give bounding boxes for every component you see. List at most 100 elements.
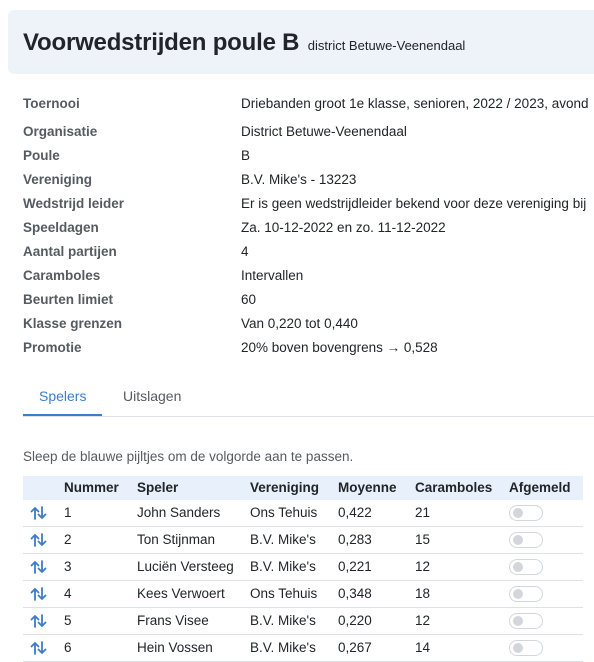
detail-value: 4 [241, 244, 249, 259]
detail-value: Intervallen [241, 268, 304, 283]
detail-row-klasse-grenzen: Klasse grenzen Van 0,220 tot 0,440 [23, 312, 594, 336]
swap-vertical-arrows-icon [30, 614, 47, 628]
cell-moyenne: 0,348 [338, 586, 372, 601]
cell-moyenne: 0,283 [338, 532, 372, 547]
cell-speler: Frans Visee [137, 613, 209, 628]
page: Voorwedstrijden poule B district Betuwe-… [0, 0, 594, 662]
detail-value: District Betuwe-Veenendaal [241, 124, 407, 139]
detail-row-poule: Poule B [23, 144, 594, 168]
cell-nummer: 4 [64, 586, 72, 601]
detail-value: Za. 10-12-2022 en zo. 11-12-2022 [241, 220, 446, 235]
detail-row-caramboles: Caramboles Intervallen [23, 264, 594, 288]
players-table: Nummer Speler Vereniging Moyenne Carambo… [23, 476, 583, 662]
afgemeld-toggle[interactable] [509, 640, 543, 656]
detail-label: Klasse grenzen [23, 316, 123, 331]
detail-row-organisatie: Organisatie District Betuwe-Veenendaal [23, 120, 594, 144]
drag-handle[interactable] [29, 500, 49, 521]
afgemeld-toggle[interactable] [509, 532, 543, 548]
swap-vertical-arrows-icon [30, 641, 47, 655]
tab-uitslagen[interactable]: Uitslagen [107, 380, 197, 414]
cell-vereniging: B.V. Mike's [250, 613, 316, 628]
drag-handle[interactable] [29, 527, 49, 548]
detail-value: Van 0,220 tot 0,440 [241, 316, 358, 331]
detail-value: 60 [241, 292, 257, 307]
cell-speler: John Sanders [137, 505, 221, 520]
page-title: Voorwedstrijden poule B [23, 29, 300, 56]
table-header: Nummer Speler Vereniging Moyenne Carambo… [23, 476, 583, 500]
detail-label: Caramboles [23, 268, 101, 283]
drag-hint: Sleep de blauwe pijltjes om de volgorde … [23, 449, 354, 464]
drag-handle[interactable] [29, 635, 49, 656]
detail-row-toernooi: Toernooi Driebanden groot 1e klasse, sen… [23, 92, 594, 120]
detail-value: B [241, 148, 251, 163]
tab-spelers[interactable]: Spelers [23, 380, 103, 416]
toggle-knob [513, 616, 523, 626]
swap-vertical-arrows-icon [30, 560, 47, 574]
cell-speler: Hein Vossen [137, 640, 213, 655]
cell-speler: Luciën Versteeg [137, 559, 234, 574]
detail-label: Toernooi [23, 96, 80, 111]
header-speler: Speler [137, 480, 179, 495]
cell-nummer: 2 [64, 532, 72, 547]
afgemeld-toggle[interactable] [509, 559, 543, 575]
header-moyenne: Moyenne [338, 480, 397, 495]
cell-moyenne: 0,422 [338, 505, 372, 520]
header-nummer: Nummer [64, 480, 119, 495]
detail-label: Speeldagen [23, 220, 99, 235]
cell-speler: Kees Verwoert [137, 586, 225, 601]
tab-bar: Spelers Uitslagen [23, 380, 594, 417]
cell-vereniging: Ons Tehuis [250, 586, 318, 601]
page-subtitle: district Betuwe-Veenendaal [307, 38, 466, 53]
toggle-knob [513, 562, 523, 572]
toggle-knob [513, 643, 523, 653]
afgemeld-toggle[interactable] [509, 586, 543, 602]
cell-moyenne: 0,267 [338, 640, 372, 655]
drag-handle[interactable] [29, 554, 49, 575]
detail-label: Vereniging [23, 172, 93, 187]
swap-vertical-arrows-icon [30, 506, 47, 520]
detail-label: Wedstrijd leider [23, 196, 125, 211]
detail-label: Promotie [23, 340, 82, 355]
cell-nummer: 1 [64, 505, 72, 520]
toggle-knob [513, 589, 523, 599]
cell-moyenne: 0,220 [338, 613, 372, 628]
cell-caramboles: 12 [415, 613, 431, 628]
cell-vereniging: Ons Tehuis [250, 505, 318, 520]
cell-vereniging: B.V. Mike's [250, 559, 316, 574]
cell-caramboles: 12 [415, 559, 431, 574]
table-row: 4 Kees Verwoert Ons Tehuis 0,348 18 [23, 581, 583, 608]
cell-nummer: 6 [64, 640, 72, 655]
drag-handle[interactable] [29, 608, 49, 629]
cell-vereniging: B.V. Mike's [250, 640, 316, 655]
detail-row-vereniging: Vereniging B.V. Mike's - 13223 [23, 168, 594, 192]
afgemeld-toggle[interactable] [509, 505, 543, 521]
detail-value: Driebanden groot 1e klasse, senioren, 20… [241, 96, 589, 111]
detail-row-beurten-limiet: Beurten limiet 60 [23, 288, 594, 312]
cell-moyenne: 0,221 [338, 559, 372, 574]
cell-vereniging: B.V. Mike's [250, 532, 316, 547]
cell-nummer: 5 [64, 613, 72, 628]
cell-speler: Ton Stijnman [137, 532, 216, 547]
table-row: 3 Luciën Versteeg B.V. Mike's 0,221 12 [23, 554, 583, 581]
toggle-knob [513, 508, 523, 518]
detail-value: Er is geen wedstrijdleider bekend voor d… [241, 196, 587, 211]
header-caramboles: Caramboles [415, 480, 493, 495]
header-vereniging: Vereniging [250, 480, 320, 495]
detail-value: 20% boven bovengrens → 0,528 [241, 340, 438, 355]
cell-caramboles: 15 [415, 532, 431, 547]
detail-row-aantal-partijen: Aantal partijen 4 [23, 240, 594, 264]
table-row: 5 Frans Visee B.V. Mike's 0,220 12 [23, 608, 583, 635]
detail-row-wedstrijdleider: Wedstrijd leider Er is geen wedstrijdlei… [23, 192, 594, 216]
detail-label: Beurten limiet [23, 292, 114, 307]
swap-vertical-arrows-icon [30, 587, 47, 601]
cell-caramboles: 18 [415, 586, 431, 601]
afgemeld-toggle[interactable] [509, 613, 543, 629]
table-row: 6 Hein Vossen B.V. Mike's 0,267 14 [23, 635, 583, 662]
toggle-knob [513, 535, 523, 545]
table-row: 1 John Sanders Ons Tehuis 0,422 21 [23, 500, 583, 527]
detail-value: B.V. Mike's - 13223 [241, 172, 357, 187]
detail-row-speeldagen: Speeldagen Za. 10-12-2022 en zo. 11-12-2… [23, 216, 594, 240]
detail-label: Poule [23, 148, 60, 163]
cell-nummer: 3 [64, 559, 72, 574]
drag-handle[interactable] [29, 581, 49, 602]
